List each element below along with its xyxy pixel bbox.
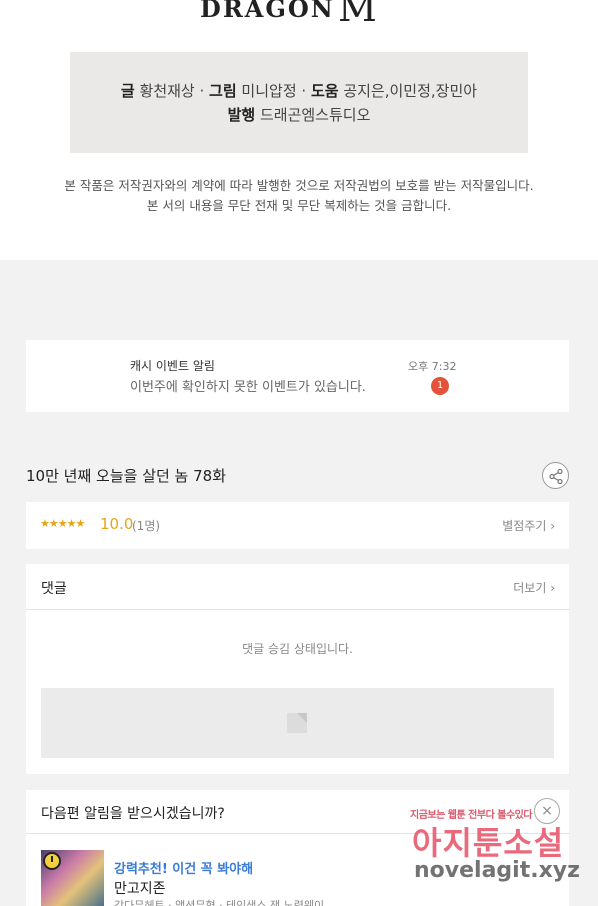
credit-label-assist: 도움 [310, 82, 339, 100]
comments-status: 댓글 승김 상태입니다. [242, 642, 353, 656]
alert-time: 오후 7:32 [408, 360, 457, 373]
recommended-title[interactable]: 만고지존 [114, 878, 166, 898]
image-placeholder-icon [287, 713, 307, 733]
alert-message: 이번주에 확인하지 못한 이벤트가 있습니다. [130, 380, 366, 395]
credit-separator: · [296, 82, 311, 100]
comment-placeholder-image [41, 688, 554, 758]
clock-icon [43, 852, 61, 870]
copyright-notice: 본 작품은 저작권자와의 계약에 따라 발행한 것으로 저작권법의 보호를 받는… [0, 176, 598, 216]
close-icon[interactable]: × [534, 798, 560, 824]
logo-word: DRAGON [200, 0, 335, 23]
credits-line-2: 발행 드래곤엠스튜디오 [70, 104, 528, 125]
alert-badge: 1 [431, 377, 449, 395]
promo-label: 강력추천! 이건 꼭 봐야해 [114, 862, 254, 877]
publisher-logo: DRAGON M [200, 0, 400, 26]
credit-value-art: 미니압정 [241, 82, 297, 100]
next-alert-title: 다음편 알림을 받으시겠습니까? [41, 806, 225, 822]
episode-title: 10만 년째 오늘을 살던 놈 78화 [26, 467, 227, 485]
credit-value-publisher: 드래곤엠스튜디오 [259, 106, 371, 124]
credit-separator: · [194, 82, 210, 100]
top-section: DRAGON M 글 황천재상 · 그림 미니압정 · 도움 공지은,이민정,장… [0, 0, 598, 260]
cash-event-alert[interactable]: 캐시 이벤트 알림 이번주에 확인하지 못한 이벤트가 있습니다. 오후 7:3… [26, 340, 569, 412]
credit-value-writer: 황천재상 [139, 82, 195, 100]
comments-more-link[interactable]: 더보기 › [513, 579, 555, 596]
next-episode-alert: 다음편 알림을 받으시겠습니까? × 강력추천! 이건 꼭 봐야해 만고지존 강… [26, 790, 569, 906]
notice-line-2: 본 서의 내용을 무단 전재 및 무단 복제하는 것을 금합니다. [146, 198, 452, 213]
credit-value-assist: 공지은,이민정,장민아 [343, 82, 478, 100]
rating-bar: ★★★★★ 10.0 (1명) 별점주기 › [26, 502, 569, 549]
credit-label-publisher: 발행 [227, 106, 256, 124]
alert-title: 캐시 이벤트 알림 [130, 359, 215, 373]
notice-line-1: 본 작품은 저작권자와의 계약에 따라 발행한 것으로 저작권법의 보호를 받는… [64, 178, 534, 193]
comments-title: 댓글 [41, 581, 67, 597]
rating-score: 10.0 [100, 515, 134, 533]
rate-button[interactable]: 별점주기 › [502, 517, 555, 534]
credit-label-art: 그림 [209, 82, 237, 100]
recommended-thumbnail[interactable] [41, 850, 104, 906]
comments-section: 댓글 더보기 › 댓글 승김 상태입니다. [26, 564, 569, 774]
rating-count: (1명) [132, 519, 161, 533]
share-icon-glyph [549, 468, 563, 485]
credits-line-1: 글 황천재상 · 그림 미니압정 · 도움 공지은,이민정,장민아 [70, 80, 528, 101]
next-alert-header: 다음편 알림을 받으시겠습니까? × [26, 790, 569, 834]
rating-stars: ★★★★★ [40, 517, 85, 530]
recommended-meta: 강다무헤트 · 액션무협 · 테인생스 잭 노력웨이 [114, 899, 325, 906]
credit-label-writer: 글 [120, 82, 135, 100]
credits-box: 글 황천재상 · 그림 미니압정 · 도움 공지은,이민정,장민아 발행 드래곤… [70, 52, 528, 153]
logo-mark: M [338, 0, 377, 26]
comments-header: 댓글 더보기 › [26, 564, 569, 610]
share-icon[interactable] [542, 462, 569, 489]
